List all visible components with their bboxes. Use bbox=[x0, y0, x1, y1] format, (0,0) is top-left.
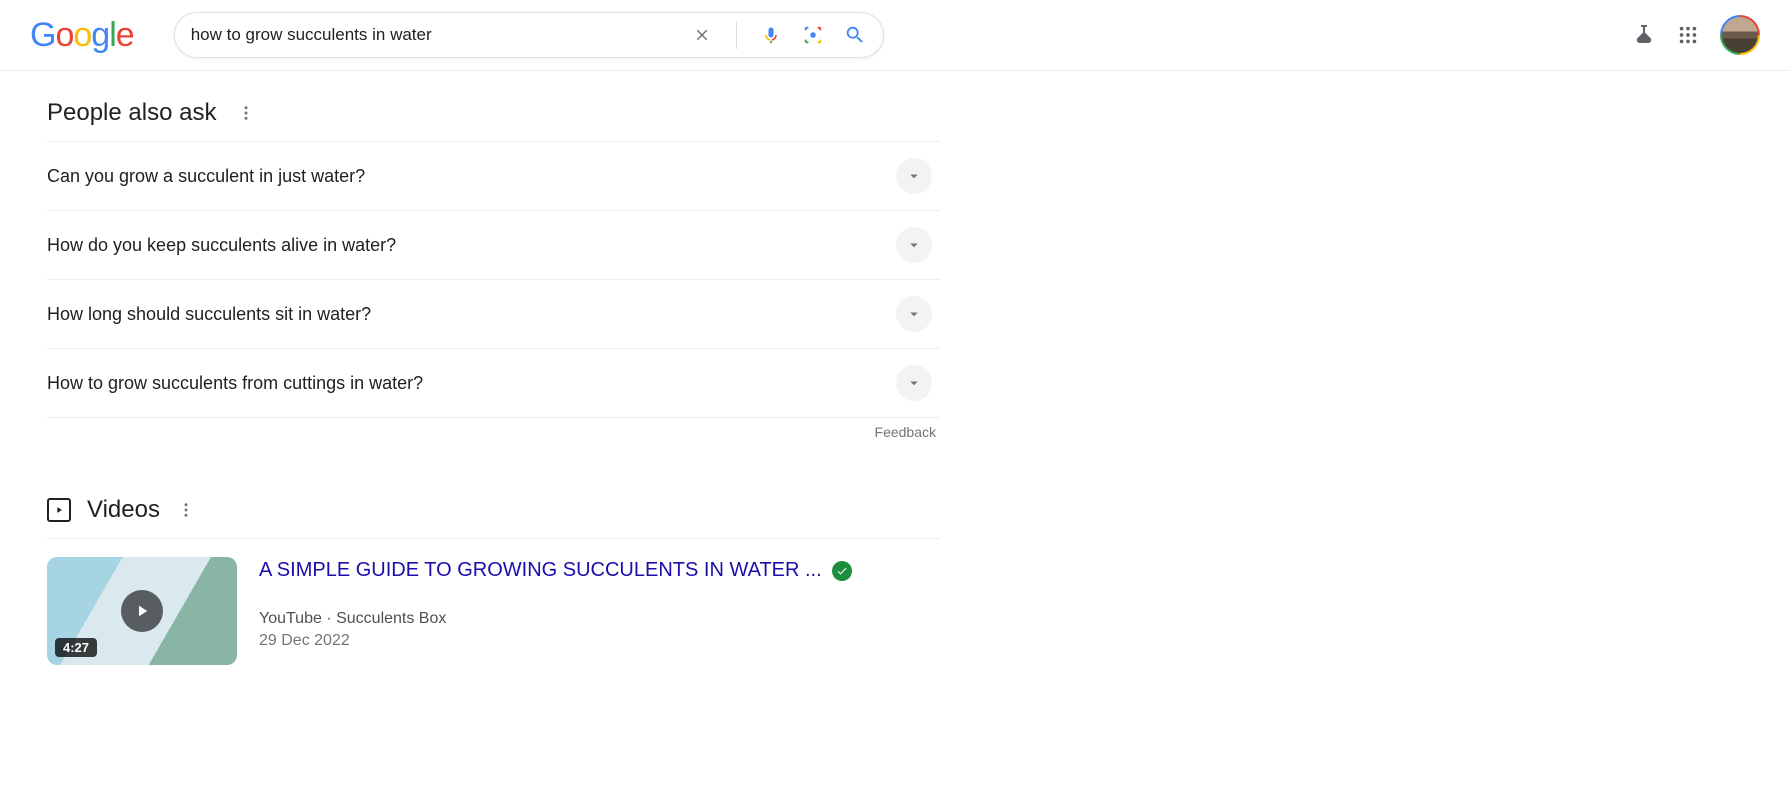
header-right bbox=[1632, 15, 1760, 55]
video-info: A SIMPLE GUIDE TO GROWING SUCCULENTS IN … bbox=[259, 557, 940, 665]
meta-separator: · bbox=[322, 610, 336, 627]
paa-more-icon[interactable] bbox=[236, 103, 256, 123]
voice-search-icon[interactable] bbox=[759, 23, 783, 47]
video-duration: 4:27 bbox=[55, 638, 97, 657]
paa-item[interactable]: How long should succulents sit in water? bbox=[47, 280, 940, 349]
video-result: 4:27 A SIMPLE GUIDE TO GROWING SUCCULENT… bbox=[47, 538, 940, 665]
clear-icon[interactable] bbox=[690, 23, 714, 47]
paa-question: Can you grow a succulent in just water? bbox=[47, 166, 365, 187]
chevron-down-icon bbox=[896, 296, 932, 332]
video-play-box-icon bbox=[47, 498, 71, 522]
paa-header: People also ask bbox=[47, 99, 940, 127]
paa-question: How long should succulents sit in water? bbox=[47, 304, 371, 325]
paa-feedback-row: Feedback bbox=[47, 418, 940, 440]
videos-title: Videos bbox=[87, 496, 160, 524]
video-channel: Succulents Box bbox=[336, 610, 446, 627]
video-meta: YouTube · Succulents Box bbox=[259, 610, 940, 628]
feedback-link[interactable]: Feedback bbox=[875, 424, 936, 440]
account-avatar[interactable] bbox=[1720, 15, 1760, 55]
videos-header: Videos bbox=[47, 496, 940, 524]
videos-more-icon[interactable] bbox=[176, 500, 196, 520]
paa-title: People also ask bbox=[47, 99, 216, 127]
video-thumbnail[interactable]: 4:27 bbox=[47, 557, 237, 665]
play-icon bbox=[121, 590, 163, 632]
search-icon[interactable] bbox=[843, 23, 867, 47]
chevron-down-icon bbox=[896, 365, 932, 401]
video-date: 29 Dec 2022 bbox=[259, 632, 940, 650]
paa-item[interactable]: How to grow succulents from cuttings in … bbox=[47, 349, 940, 418]
search-divider bbox=[736, 21, 737, 49]
paa-list: Can you grow a succulent in just water? … bbox=[47, 141, 940, 418]
chevron-down-icon bbox=[896, 227, 932, 263]
verified-check-icon bbox=[832, 561, 852, 581]
paa-item[interactable]: Can you grow a succulent in just water? bbox=[47, 142, 940, 211]
chevron-down-icon bbox=[896, 158, 932, 194]
apps-icon[interactable] bbox=[1676, 23, 1700, 47]
search-input[interactable] bbox=[191, 25, 690, 45]
lens-search-icon[interactable] bbox=[801, 23, 825, 47]
paa-question: How do you keep succulents alive in wate… bbox=[47, 235, 396, 256]
search-results: People also ask Can you grow a succulent… bbox=[0, 71, 940, 685]
videos-section: Videos 4:27 A SIMPLE GUIDE TO GROWING SU… bbox=[47, 496, 940, 665]
avatar-image bbox=[1722, 17, 1758, 53]
paa-item[interactable]: How do you keep succulents alive in wate… bbox=[47, 211, 940, 280]
header: Google bbox=[0, 0, 1790, 71]
video-title-row: A SIMPLE GUIDE TO GROWING SUCCULENTS IN … bbox=[259, 559, 940, 582]
search-box[interactable] bbox=[174, 12, 884, 58]
labs-icon[interactable] bbox=[1632, 23, 1656, 47]
search-icons-group bbox=[690, 21, 867, 49]
video-source: YouTube bbox=[259, 610, 322, 627]
google-logo[interactable]: Google bbox=[30, 16, 134, 55]
video-title-link[interactable]: A SIMPLE GUIDE TO GROWING SUCCULENTS IN … bbox=[259, 559, 822, 582]
paa-question: How to grow succulents from cuttings in … bbox=[47, 373, 423, 394]
